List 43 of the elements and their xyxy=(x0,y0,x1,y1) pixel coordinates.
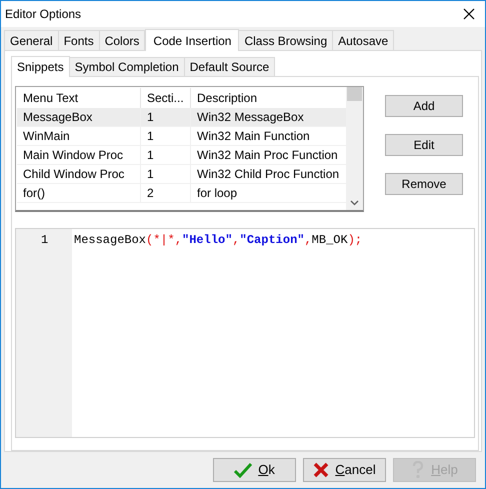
table-row[interactable]: WinMain 1 Win32 Main Function xyxy=(17,127,346,146)
cross-icon xyxy=(313,462,330,478)
table-cell: Child Window Proc xyxy=(17,165,141,183)
table-cell: 1 xyxy=(141,146,191,164)
table-cell: Main Window Proc xyxy=(17,146,141,164)
column-header[interactable]: Description xyxy=(191,88,346,108)
tab[interactable]: General xyxy=(4,30,59,50)
table-cell: 1 xyxy=(141,108,191,126)
table-row[interactable]: for() 2 for loop xyxy=(17,184,346,203)
dialog-button[interactable]: Cancel xyxy=(303,458,386,482)
table-cell: 1 xyxy=(141,127,191,145)
table-cell-text: Win32 Main Proc Function xyxy=(196,147,339,164)
table-row[interactable]: Child Window Proc 1 Win32 Child Proc Function xyxy=(17,165,346,184)
tab[interactable]: Code Insertion xyxy=(145,29,240,51)
tab[interactable]: Snippets xyxy=(11,56,70,77)
table-cell-text: Win32 Main Function xyxy=(196,128,311,145)
tab[interactable]: Autosave xyxy=(332,30,394,50)
table-row[interactable]: MessageBox 1 Win32 MessageBox xyxy=(17,108,346,127)
tab[interactable]: Default Source xyxy=(184,57,276,76)
dialog-button[interactable]: Ok xyxy=(213,458,296,482)
table-cell: 2 xyxy=(141,184,191,202)
tab[interactable]: Colors xyxy=(98,30,146,50)
window-title: Editor Options xyxy=(5,6,82,23)
chevron-down-icon[interactable] xyxy=(350,200,359,206)
table-cell-text: Win32 MessageBox xyxy=(196,109,305,126)
side-button[interactable]: Add xyxy=(385,95,463,117)
checkmark-icon xyxy=(234,462,252,478)
line-number: 1 xyxy=(40,232,50,248)
code-line: MessageBox(*|*,"Hello","Caption",MB_OK); xyxy=(74,232,362,248)
code-editor[interactable]: 1 MessageBox(*|*,"Hello","Caption",MB_OK); xyxy=(15,228,475,438)
tab[interactable]: Class Browsing xyxy=(238,30,334,50)
table-cell-text: for loop xyxy=(196,185,238,202)
table-cell: WinMain xyxy=(17,127,141,145)
table-cell-text: Win32 Child Proc Function xyxy=(196,166,340,183)
table-row[interactable]: Main Window Proc 1 Win32 Main Proc Function xyxy=(17,146,346,165)
side-button[interactable]: Remove xyxy=(385,173,463,195)
close-icon[interactable] xyxy=(463,8,475,20)
tab[interactable]: Symbol Completion xyxy=(68,57,185,76)
table-cell: MessageBox xyxy=(17,108,141,126)
scrollbar[interactable] xyxy=(346,87,363,210)
side-button[interactable]: Edit xyxy=(385,134,463,156)
table-cell: for() xyxy=(17,184,141,202)
table-cell: 1 xyxy=(141,165,191,183)
